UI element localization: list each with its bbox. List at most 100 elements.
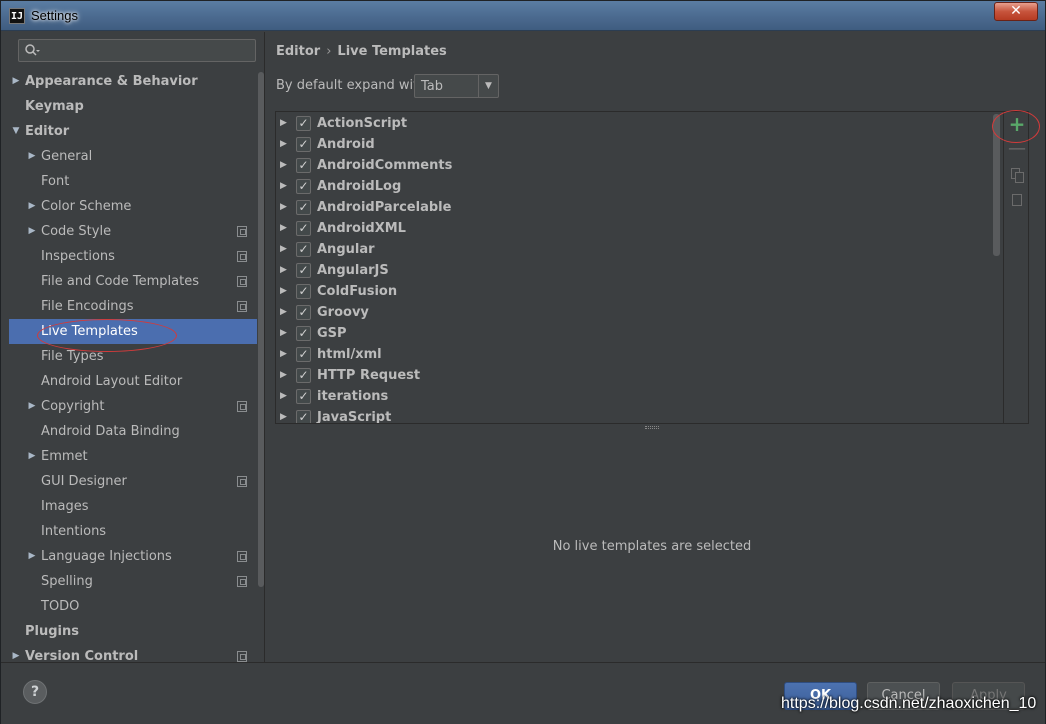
expand-with-value: Tab [421, 79, 444, 94]
sidebar-item-font[interactable]: Font [9, 169, 257, 194]
template-group-checkbox[interactable]: ✓ [296, 326, 311, 341]
collapsed-arrow-icon[interactable]: ▶ [280, 239, 287, 260]
templates-scrollbar[interactable] [993, 114, 1000, 256]
template-group-checkbox[interactable]: ✓ [296, 158, 311, 173]
collapsed-arrow-icon[interactable]: ▶ [280, 113, 287, 134]
template-group-checkbox[interactable]: ✓ [296, 284, 311, 299]
sidebar-item-code-style[interactable]: ▶ Code Style [9, 219, 257, 244]
collapsed-arrow-icon[interactable]: ▶ [280, 218, 287, 239]
template-group-row[interactable]: ▶ ✓ AndroidXML [276, 218, 1002, 239]
template-group-checkbox[interactable]: ✓ [296, 389, 311, 404]
template-group-checkbox[interactable]: ✓ [296, 200, 311, 215]
sidebar-item-live-templates[interactable]: Live Templates [9, 319, 257, 344]
collapsed-arrow-icon[interactable]: ▶ [280, 386, 287, 407]
sidebar-item-color-scheme[interactable]: ▶ Color Scheme [9, 194, 257, 219]
sidebar-item-editor[interactable]: ▼ Editor [9, 119, 257, 144]
sidebar-item-file-encodings[interactable]: File Encodings [9, 294, 257, 319]
chevron-down-icon[interactable]: ▼ [478, 75, 498, 97]
expand-with-select[interactable]: Tab ▼ [414, 74, 499, 98]
collapsed-arrow-icon[interactable]: ▶ [27, 444, 37, 469]
template-group-row[interactable]: ▶ ✓ Groovy [276, 302, 1002, 323]
template-group-row[interactable]: ▶ ✓ html/xml [276, 344, 1002, 365]
remove-icon[interactable]: — [1008, 140, 1026, 158]
sidebar-item-label: Editor [25, 124, 70, 139]
add-icon[interactable]: + [1008, 114, 1026, 134]
template-group-row[interactable]: ▶ ✓ AndroidLog [276, 176, 1002, 197]
template-group-label: HTTP Request [317, 368, 421, 383]
collapsed-arrow-icon[interactable]: ▶ [11, 69, 21, 94]
template-group-label: GSP [317, 326, 347, 341]
sidebar-item-emmet[interactable]: ▶ Emmet [9, 444, 257, 469]
template-group-row[interactable]: ▶ ✓ HTTP Request [276, 365, 1002, 386]
sidebar-item-file-types[interactable]: File Types [9, 344, 257, 369]
collapsed-arrow-icon[interactable]: ▶ [27, 219, 37, 244]
sidebar-item-intentions[interactable]: Intentions [9, 519, 257, 544]
breadcrumb-parent[interactable]: Editor [276, 44, 320, 59]
sidebar-item-file-and-code-templates[interactable]: File and Code Templates [9, 269, 257, 294]
close-button[interactable]: ✕ [994, 2, 1038, 21]
template-group-row[interactable]: ▶ ✓ AngularJS [276, 260, 1002, 281]
collapsed-arrow-icon[interactable]: ▶ [27, 544, 37, 569]
help-button[interactable]: ? [23, 680, 47, 704]
template-group-row[interactable]: ▶ ✓ AndroidComments [276, 155, 1002, 176]
sidebar-item-keymap[interactable]: Keymap [9, 94, 257, 119]
template-group-label: ActionScript [317, 116, 408, 131]
collapsed-arrow-icon[interactable]: ▶ [280, 134, 287, 155]
sidebar-item-language-injections[interactable]: ▶ Language Injections [9, 544, 257, 569]
sidebar-item-copyright[interactable]: ▶ Copyright [9, 394, 257, 419]
template-group-row[interactable]: ▶ ✓ Android [276, 134, 1002, 155]
template-group-checkbox[interactable]: ✓ [296, 410, 311, 423]
sidebar-item-label: Images [41, 499, 89, 514]
sidebar-divider[interactable] [264, 32, 265, 662]
sidebar-item-todo[interactable]: TODO [9, 594, 257, 619]
collapsed-arrow-icon[interactable]: ▶ [280, 260, 287, 281]
collapsed-arrow-icon[interactable]: ▶ [280, 365, 287, 386]
project-scope-icon [237, 551, 247, 562]
template-group-checkbox[interactable]: ✓ [296, 221, 311, 236]
collapsed-arrow-icon[interactable]: ▶ [27, 144, 37, 169]
template-group-checkbox[interactable]: ✓ [296, 116, 311, 131]
template-group-row[interactable]: ▶ ✓ Angular [276, 239, 1002, 260]
template-group-row[interactable]: ▶ ✓ iterations [276, 386, 1002, 407]
collapsed-arrow-icon[interactable]: ▶ [280, 197, 287, 218]
template-group-row[interactable]: ▶ ✓ AndroidParcelable [276, 197, 1002, 218]
collapsed-arrow-icon[interactable]: ▶ [280, 323, 287, 344]
sidebar-item-label: General [41, 149, 93, 164]
collapsed-arrow-icon[interactable]: ▶ [280, 176, 287, 197]
sidebar-item-appearance-behavior[interactable]: ▶ Appearance & Behavior [9, 69, 257, 94]
sidebar-item-gui-designer[interactable]: GUI Designer [9, 469, 257, 494]
sidebar-item-plugins[interactable]: Plugins [9, 619, 257, 644]
template-group-row[interactable]: ▶ ✓ ColdFusion [276, 281, 1002, 302]
title-bar: IJ Settings ✕ [1, 1, 1045, 31]
template-group-checkbox[interactable]: ✓ [296, 347, 311, 362]
template-group-checkbox[interactable]: ✓ [296, 179, 311, 194]
sidebar-item-label: TODO [41, 599, 80, 614]
template-group-checkbox[interactable]: ✓ [296, 305, 311, 320]
template-group-row[interactable]: ▶ ✓ ActionScript [276, 113, 1002, 134]
template-group-row[interactable]: ▶ ✓ JavaScript [276, 407, 1002, 423]
collapsed-arrow-icon[interactable]: ▶ [27, 194, 37, 219]
collapsed-arrow-icon[interactable]: ▶ [280, 302, 287, 323]
copy-icon[interactable] [1008, 166, 1026, 184]
sidebar-item-general[interactable]: ▶ General [9, 144, 257, 169]
template-group-checkbox[interactable]: ✓ [296, 242, 311, 257]
collapsed-arrow-icon[interactable]: ▶ [280, 407, 287, 423]
settings-search-input[interactable] [18, 39, 256, 62]
sidebar-item-inspections[interactable]: Inspections [9, 244, 257, 269]
project-scope-icon [237, 276, 247, 287]
collapsed-arrow-icon[interactable]: ▶ [280, 344, 287, 365]
collapsed-arrow-icon[interactable]: ▶ [27, 394, 37, 419]
template-group-checkbox[interactable]: ✓ [296, 263, 311, 278]
expanded-arrow-icon[interactable]: ▼ [11, 119, 21, 144]
sidebar-item-android-layout-editor[interactable]: Android Layout Editor [9, 369, 257, 394]
sidebar-item-spelling[interactable]: Spelling [9, 569, 257, 594]
panel-splitter-handle[interactable] [645, 426, 659, 429]
template-group-checkbox[interactable]: ✓ [296, 137, 311, 152]
collapsed-arrow-icon[interactable]: ▶ [280, 281, 287, 302]
template-group-row[interactable]: ▶ ✓ GSP [276, 323, 1002, 344]
sidebar-item-android-data-binding[interactable]: Android Data Binding [9, 419, 257, 444]
template-group-checkbox[interactable]: ✓ [296, 368, 311, 383]
restore-defaults-icon[interactable] [1008, 191, 1026, 209]
sidebar-item-images[interactable]: Images [9, 494, 257, 519]
collapsed-arrow-icon[interactable]: ▶ [280, 155, 287, 176]
